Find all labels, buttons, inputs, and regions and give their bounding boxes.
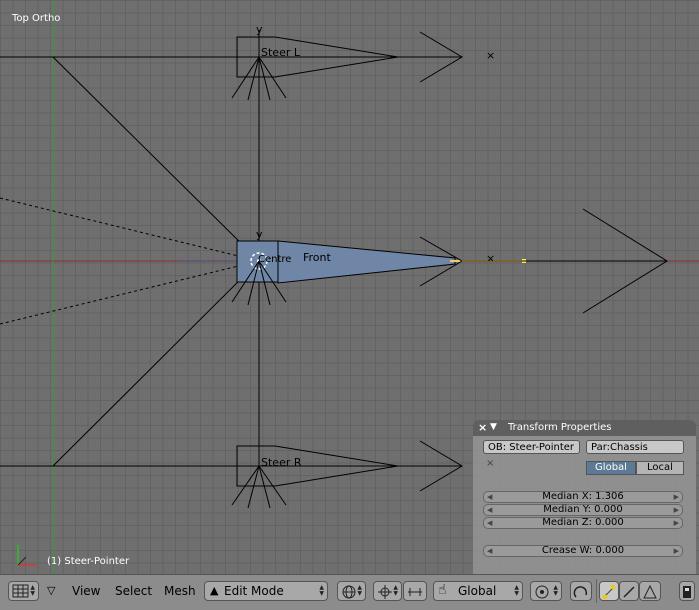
- decrement-arrow-icon[interactable]: ◀: [487, 505, 492, 515]
- mode-triangle-icon: ▲: [210, 584, 219, 597]
- rig-line: [52, 56, 260, 262]
- median-y-field[interactable]: ◀ Median Y: 0.000 ▶: [483, 504, 683, 516]
- steer-r-spoke: [247, 465, 260, 509]
- editor-type-selector[interactable]: ▲ ▼: [8, 581, 39, 601]
- view-name-label: Top Ortho: [12, 13, 61, 24]
- median-z-field[interactable]: ◀ Median Z: 0.000 ▶: [483, 517, 683, 529]
- vertex-select-button[interactable]: [599, 581, 619, 601]
- decrement-arrow-icon[interactable]: ◀: [487, 492, 492, 502]
- active-object-label: (1) Steer-Pointer: [47, 556, 130, 567]
- center-label: Centre: [258, 254, 291, 265]
- updown-arrows-icon: ▲ ▼: [553, 584, 558, 597]
- 3d-viewport[interactable]: y Steer L × y Centre Front × Steer R Top…: [0, 0, 699, 574]
- viewport-header-bar: ▲ ▼ ▽ View Select Mesh ▲ Edit Mode ▲ ▼ ▲ ▼ …: [0, 574, 699, 610]
- collapse-triangle-icon[interactable]: ▼: [490, 422, 497, 432]
- increment-arrow-icon[interactable]: ▶: [674, 505, 679, 515]
- median-x-value: Median X: 1.306: [542, 491, 624, 502]
- mode-selector[interactable]: ▲ Edit Mode ▲ ▼: [204, 581, 328, 601]
- updown-arrows-icon: ▲ ▼: [357, 584, 362, 597]
- steer-l-spoke: [258, 56, 271, 101]
- steer-r-label: Steer R: [261, 456, 302, 469]
- median-y-value: Median Y: 0.000: [543, 504, 623, 515]
- manipulator-toggle[interactable]: [403, 581, 427, 601]
- rig-dotted-line: [0, 197, 260, 262]
- updown-arrows-icon: ▲ ▼: [514, 584, 519, 597]
- increment-arrow-icon[interactable]: ▶: [674, 492, 679, 502]
- parent-field[interactable]: Par:Chassis: [586, 440, 684, 454]
- vertex-select-icon: [603, 585, 615, 599]
- snap-toggle[interactable]: [570, 581, 592, 601]
- decrement-arrow-icon[interactable]: ◀: [487, 518, 492, 528]
- pivot-selector[interactable]: ▲ ▼: [373, 581, 402, 601]
- global-toggle-button[interactable]: Global: [586, 461, 636, 475]
- updown-arrows-icon: ▲ ▼: [393, 584, 398, 597]
- decrement-arrow-icon[interactable]: ◀: [487, 546, 492, 556]
- increment-arrow-icon[interactable]: ▶: [674, 546, 679, 556]
- y-label-mid: y: [256, 228, 263, 241]
- y-label-top: y: [256, 23, 263, 36]
- face-select-button[interactable]: [639, 581, 661, 601]
- dropdown-arrow-icon[interactable]: ▽: [47, 584, 55, 597]
- header-separator: [596, 579, 597, 603]
- steer-l-label: Steer L: [261, 46, 301, 59]
- object-name-field[interactable]: OB: Steer-Pointer: [483, 440, 580, 454]
- hand-grab-icon: ☝: [438, 582, 447, 598]
- front-label: Front: [303, 251, 332, 264]
- proportional-edit-icon: [535, 585, 549, 599]
- face-select-icon: [643, 584, 657, 599]
- median-z-value: Median Z: 0.000: [542, 517, 624, 528]
- x-marker-mid: ×: [486, 252, 495, 265]
- increment-arrow-icon[interactable]: ▶: [674, 518, 679, 528]
- close-icon[interactable]: ×: [478, 421, 487, 434]
- steer-r-spoke: [258, 465, 271, 509]
- crease-w-field[interactable]: ◀ Crease W: 0.000 ▶: [483, 545, 683, 557]
- clear-parent-icon[interactable]: ×: [486, 458, 494, 469]
- crease-w-value: Crease W: 0.000: [541, 545, 625, 556]
- edge-select-button[interactable]: [619, 581, 639, 601]
- panel-title: Transform Properties: [508, 422, 612, 433]
- snap-icon: [573, 586, 588, 598]
- updown-arrows-icon: ▲ ▼: [319, 584, 324, 597]
- rig-line: [52, 260, 260, 467]
- pivot-icon: [378, 585, 392, 599]
- proportional-edit-selector[interactable]: ▲ ▼: [530, 581, 562, 601]
- viewport-shading-selector[interactable]: ▲ ▼: [337, 581, 366, 601]
- mode-label: Edit Mode: [224, 584, 284, 598]
- manipulator-icon: [408, 588, 422, 596]
- updown-arrows-icon: ▲ ▼: [30, 584, 35, 597]
- median-x-field[interactable]: ◀ Median X: 1.306 ▶: [483, 491, 683, 503]
- viewport-shading-icon: [342, 585, 356, 599]
- panel-header[interactable]: × ▼ Transform Properties: [473, 420, 696, 436]
- x-marker-top: ×: [486, 49, 495, 62]
- orientation-selector[interactable]: ☝ Global ▲ ▼: [433, 581, 523, 601]
- editor-grid-icon: [12, 584, 29, 598]
- rig-dotted-line: [0, 260, 260, 325]
- edge-select-icon: [623, 586, 635, 598]
- steer-l-spoke: [247, 56, 260, 101]
- axis-gizmo-icon: [17, 545, 36, 566]
- local-toggle-button[interactable]: Local: [636, 461, 684, 475]
- render-button[interactable]: [679, 581, 695, 601]
- render-icon: [683, 586, 691, 598]
- mesh-menu[interactable]: Mesh: [164, 584, 196, 598]
- view-menu[interactable]: View: [72, 584, 100, 598]
- orientation-label: Global: [458, 584, 497, 598]
- select-menu[interactable]: Select: [115, 584, 152, 598]
